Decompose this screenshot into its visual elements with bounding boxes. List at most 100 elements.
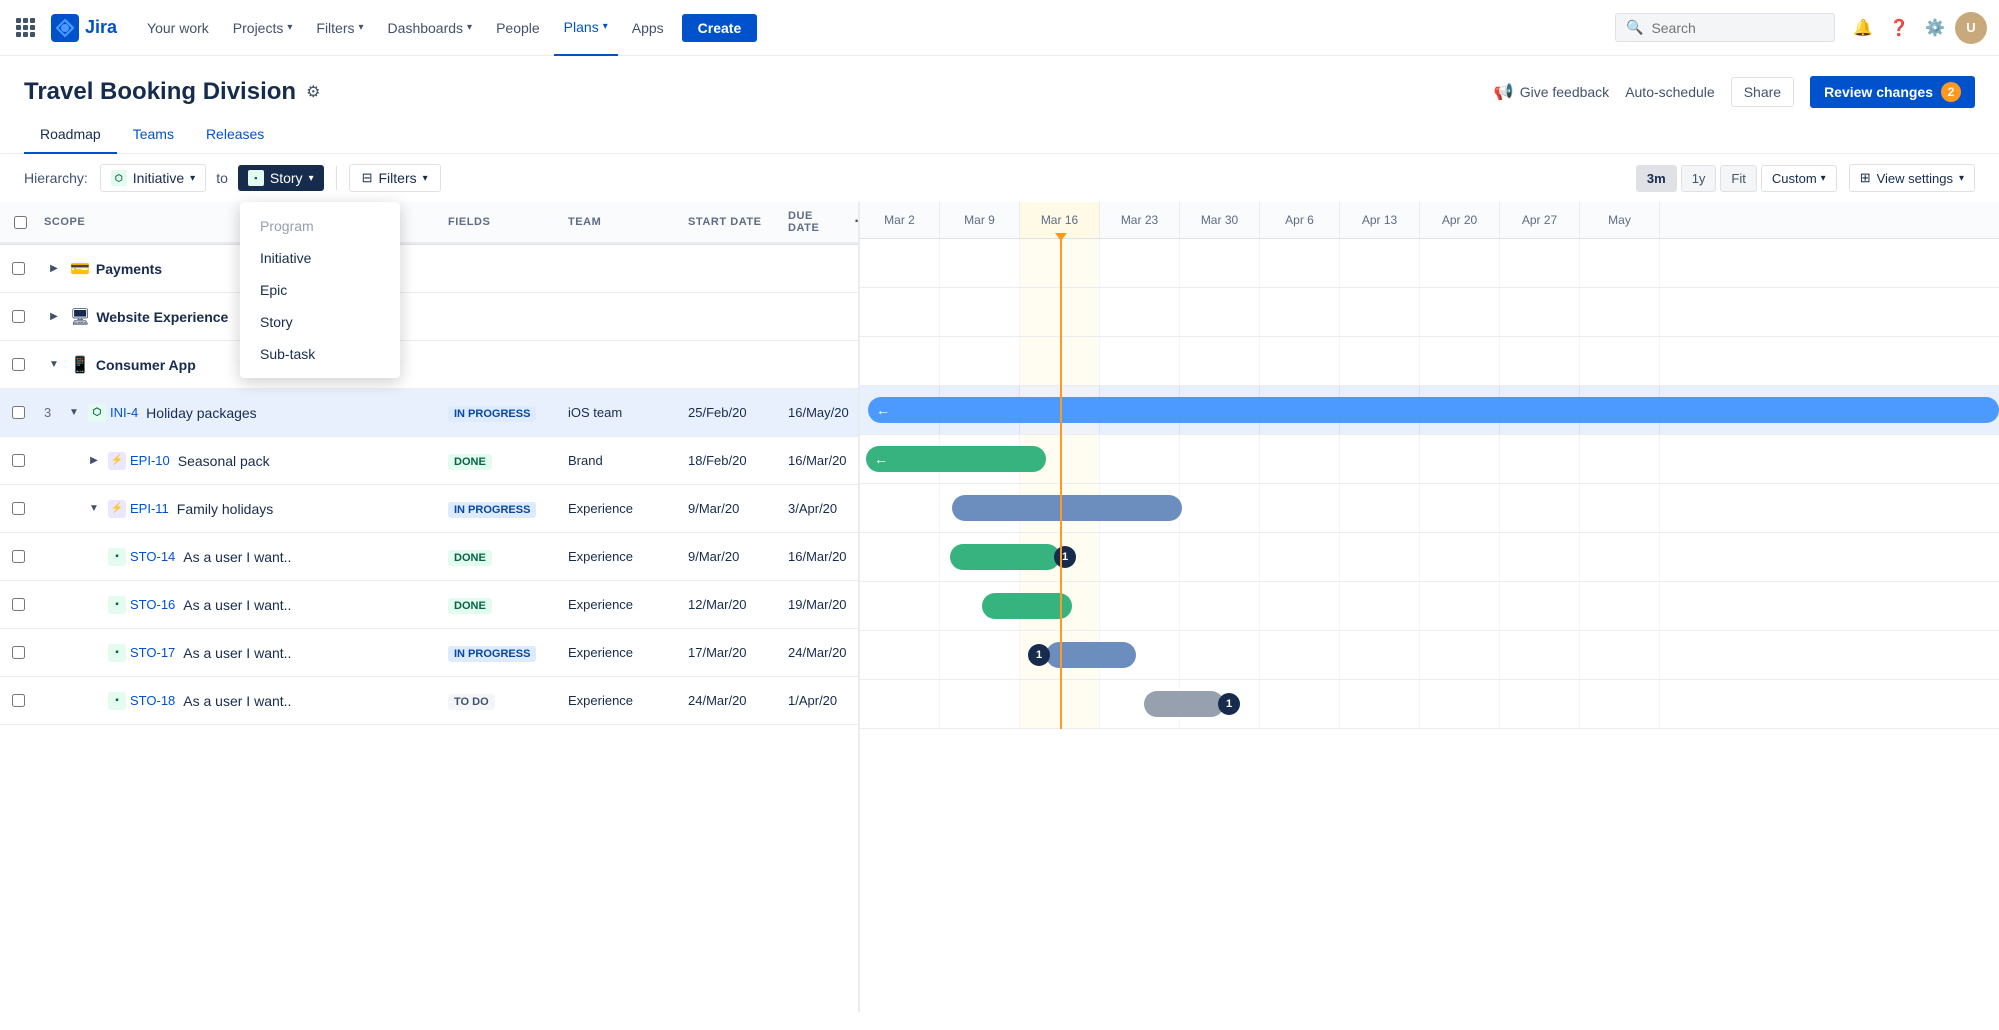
expand-ini4-button[interactable]: ▼ <box>64 403 84 423</box>
nav-item-your-work[interactable]: Your work <box>137 0 219 56</box>
arrow-left-epi10-icon: ← <box>866 451 888 467</box>
nav-item-dashboards[interactable]: Dashboards▾ <box>378 0 483 56</box>
sto18-key[interactable]: STO-18 <box>130 693 175 708</box>
row-checkbox[interactable] <box>0 550 40 563</box>
dropdown-item-subtask[interactable]: Sub-task <box>240 338 400 370</box>
row-checkbox-epi11[interactable] <box>12 502 25 515</box>
table-row: ▶ 🖥 Website Experience <box>0 293 858 341</box>
team-header: Team <box>560 202 680 244</box>
user-avatar[interactable]: U <box>1955 12 1987 44</box>
time-3m-button[interactable]: 3m <box>1636 165 1677 192</box>
feedback-button[interactable]: 📢 Give feedback <box>1494 82 1609 102</box>
expand-epi11-button[interactable]: ▼ <box>84 499 104 519</box>
share-button[interactable]: Share <box>1731 77 1794 107</box>
dropdown-item-program[interactable]: Program <box>240 210 400 242</box>
sto17-key[interactable]: STO-17 <box>130 645 175 660</box>
row-checkbox[interactable] <box>0 310 40 323</box>
website-title: Website Experience <box>96 309 228 325</box>
row-checkbox[interactable] <box>0 358 40 371</box>
sto14-icon: ▪ <box>108 548 126 566</box>
expand-epi10-button[interactable]: ▶ <box>84 451 104 471</box>
settings-nav-button[interactable]: ⚙️ <box>1919 12 1951 44</box>
nav-item-apps[interactable]: Apps <box>622 0 674 56</box>
nav-item-filters[interactable]: Filters▾ <box>306 0 373 56</box>
sto17-team: Experience <box>560 645 680 660</box>
epi11-team: Experience <box>560 501 680 516</box>
create-button[interactable]: Create <box>682 14 758 42</box>
payments-title: Payments <box>96 261 162 277</box>
nav-item-people[interactable]: People <box>486 0 550 56</box>
filters-button[interactable]: ⊟ Filters ▾ <box>349 164 441 192</box>
gantt-bar-sto17[interactable] <box>1046 642 1136 668</box>
row-checkbox[interactable] <box>0 694 40 707</box>
gantt-row-epi11 <box>860 484 1999 533</box>
dropdown-item-epic[interactable]: Epic <box>240 274 400 306</box>
row-checkbox[interactable] <box>0 502 40 515</box>
time-1y-button[interactable]: 1y <box>1681 165 1717 192</box>
help-button[interactable]: ❓ <box>1883 12 1915 44</box>
row-checkbox-consumer[interactable] <box>12 358 25 371</box>
gantt-rows: ← ← <box>860 239 1999 729</box>
sto18-team: Experience <box>560 693 680 708</box>
ini4-due: 16/May/20 <box>780 405 860 420</box>
ini4-icon: ⬡ <box>88 404 106 422</box>
time-fit-button[interactable]: Fit <box>1720 165 1756 192</box>
custom-chevron-icon: ▾ <box>1821 173 1826 184</box>
grid-menu-icon[interactable] <box>12 14 39 41</box>
tab-roadmap[interactable]: Roadmap <box>24 116 117 154</box>
row-checkbox-sto18[interactable] <box>12 694 25 707</box>
select-all-checkbox[interactable] <box>14 216 27 229</box>
gantt-bar-sto18[interactable] <box>1144 691 1224 717</box>
row-checkbox-payments[interactable] <box>12 262 25 275</box>
row-checkbox-sto16[interactable] <box>12 598 25 611</box>
epi11-key[interactable]: EPI-11 <box>130 501 169 516</box>
gantt-bar-epi11[interactable] <box>952 495 1182 521</box>
tab-releases[interactable]: Releases <box>190 116 280 154</box>
row-checkbox[interactable] <box>0 598 40 611</box>
notifications-button[interactable]: 🔔 <box>1847 12 1879 44</box>
view-settings-button[interactable]: ⊞ View settings ▾ <box>1849 164 1975 192</box>
sto16-key[interactable]: STO-16 <box>130 597 175 612</box>
logo[interactable]: Jira <box>51 14 117 42</box>
review-badge: 2 <box>1941 82 1961 102</box>
gantt-bar-sto16[interactable] <box>982 593 1072 619</box>
row-checkbox-sto14[interactable] <box>12 550 25 563</box>
review-changes-button[interactable]: Review changes 2 <box>1810 76 1975 108</box>
search-box[interactable]: 🔍 <box>1615 13 1835 42</box>
page-title: Travel Booking Division <box>24 78 296 106</box>
expand-payments-button[interactable]: ▶ <box>44 259 64 279</box>
gantt-col-mar16: Mar 16 <box>1020 202 1100 238</box>
dropdown-item-story[interactable]: Story <box>240 306 400 338</box>
dropdown-item-initiative[interactable]: Initiative <box>240 242 400 274</box>
time-custom-button[interactable]: Custom ▾ <box>1761 165 1837 192</box>
row-checkbox-epi10[interactable] <box>12 454 25 467</box>
gantt-bar-ini4[interactable]: ← <box>868 397 1999 423</box>
row-checkbox-ini4[interactable] <box>12 406 25 419</box>
row-checkbox[interactable] <box>0 406 40 419</box>
table-row-ini4: 3 ▼ ⬡ INI-4 Holiday packages IN PROGRESS… <box>0 389 858 437</box>
row-checkbox-website[interactable] <box>12 310 25 323</box>
row-checkbox[interactable] <box>0 646 40 659</box>
nav-item-projects[interactable]: Projects▾ <box>223 0 303 56</box>
expand-website-button[interactable]: ▶ <box>44 307 64 327</box>
gantt-bar-sto14[interactable] <box>950 544 1060 570</box>
epi11-start: 9/Mar/20 <box>680 501 780 516</box>
sto17-start: 17/Mar/20 <box>680 645 780 660</box>
sto16-title: As a user I want.. <box>183 597 291 613</box>
row-checkbox[interactable] <box>0 454 40 467</box>
expand-consumer-button[interactable]: ▼ <box>44 355 64 375</box>
epi10-key[interactable]: EPI-10 <box>130 453 170 468</box>
hierarchy-to-button[interactable]: ▪ Story ▾ <box>238 165 324 191</box>
row-checkbox-sto17[interactable] <box>12 646 25 659</box>
tab-teams[interactable]: Teams <box>117 116 190 154</box>
gantt-bar-epi10[interactable]: ← <box>866 446 1046 472</box>
epi11-status: IN PROGRESS <box>448 502 536 518</box>
sto14-key[interactable]: STO-14 <box>130 549 175 564</box>
ini4-key[interactable]: INI-4 <box>110 405 138 420</box>
search-input[interactable] <box>1651 20 1824 36</box>
page-settings-icon[interactable]: ⚙ <box>306 82 320 102</box>
hierarchy-from-button[interactable]: ⬡ Initiative ▾ <box>100 164 206 192</box>
row-checkbox[interactable] <box>0 262 40 275</box>
autoschedule-button[interactable]: Auto-schedule <box>1625 84 1715 100</box>
nav-item-plans[interactable]: Plans▾ <box>554 0 618 56</box>
